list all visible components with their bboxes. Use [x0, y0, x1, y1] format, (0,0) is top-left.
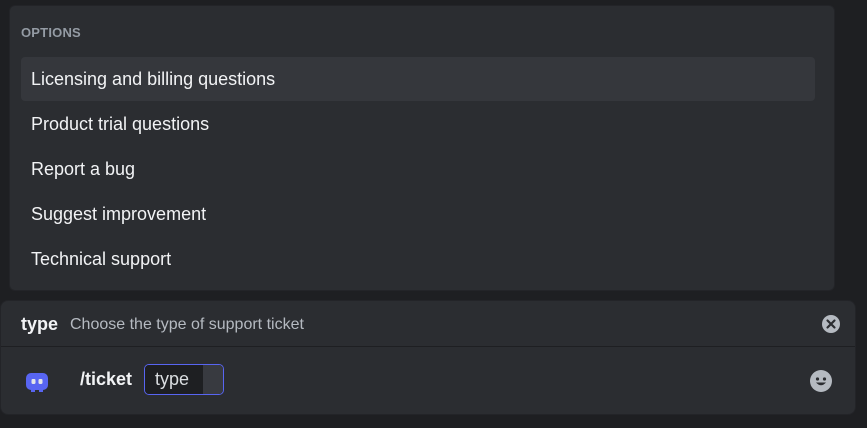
message-composer: type Choose the type of support ticket /… [0, 300, 856, 415]
app-stage: OPTIONS Licensing and billing questions … [0, 0, 867, 428]
option-label: Suggest improvement [31, 203, 207, 224]
option-pill-value-field[interactable] [203, 365, 223, 394]
option-technical-support[interactable]: Technical support [21, 237, 815, 281]
command-option-pill[interactable]: type [144, 364, 224, 395]
option-product-trial[interactable]: Product trial questions [21, 102, 815, 146]
option-licensing-billing[interactable]: Licensing and billing questions [21, 57, 815, 101]
options-header: OPTIONS [21, 25, 81, 40]
slash-command: /ticket [80, 369, 133, 389]
option-report-bug[interactable]: Report a bug [21, 147, 815, 191]
command-input-row[interactable]: /ticket type [1, 348, 855, 416]
parameter-name: type [21, 314, 59, 334]
close-icon[interactable] [821, 314, 841, 334]
option-label: Report a bug [31, 158, 136, 179]
command-parameter-bar: type Choose the type of support ticket [1, 301, 855, 347]
option-suggest-improvement[interactable]: Suggest improvement [21, 192, 815, 236]
options-popup: OPTIONS Licensing and billing questions … [9, 5, 835, 291]
parameter-description: Choose the type of support ticket [70, 316, 304, 333]
option-label: Technical support [31, 248, 172, 269]
option-label: Product trial questions [31, 113, 210, 134]
emoji-smile-icon[interactable] [809, 369, 833, 393]
option-label: Licensing and billing questions [31, 68, 276, 89]
bot-avatar-icon [25, 370, 49, 394]
option-pill-label: type [145, 365, 203, 394]
